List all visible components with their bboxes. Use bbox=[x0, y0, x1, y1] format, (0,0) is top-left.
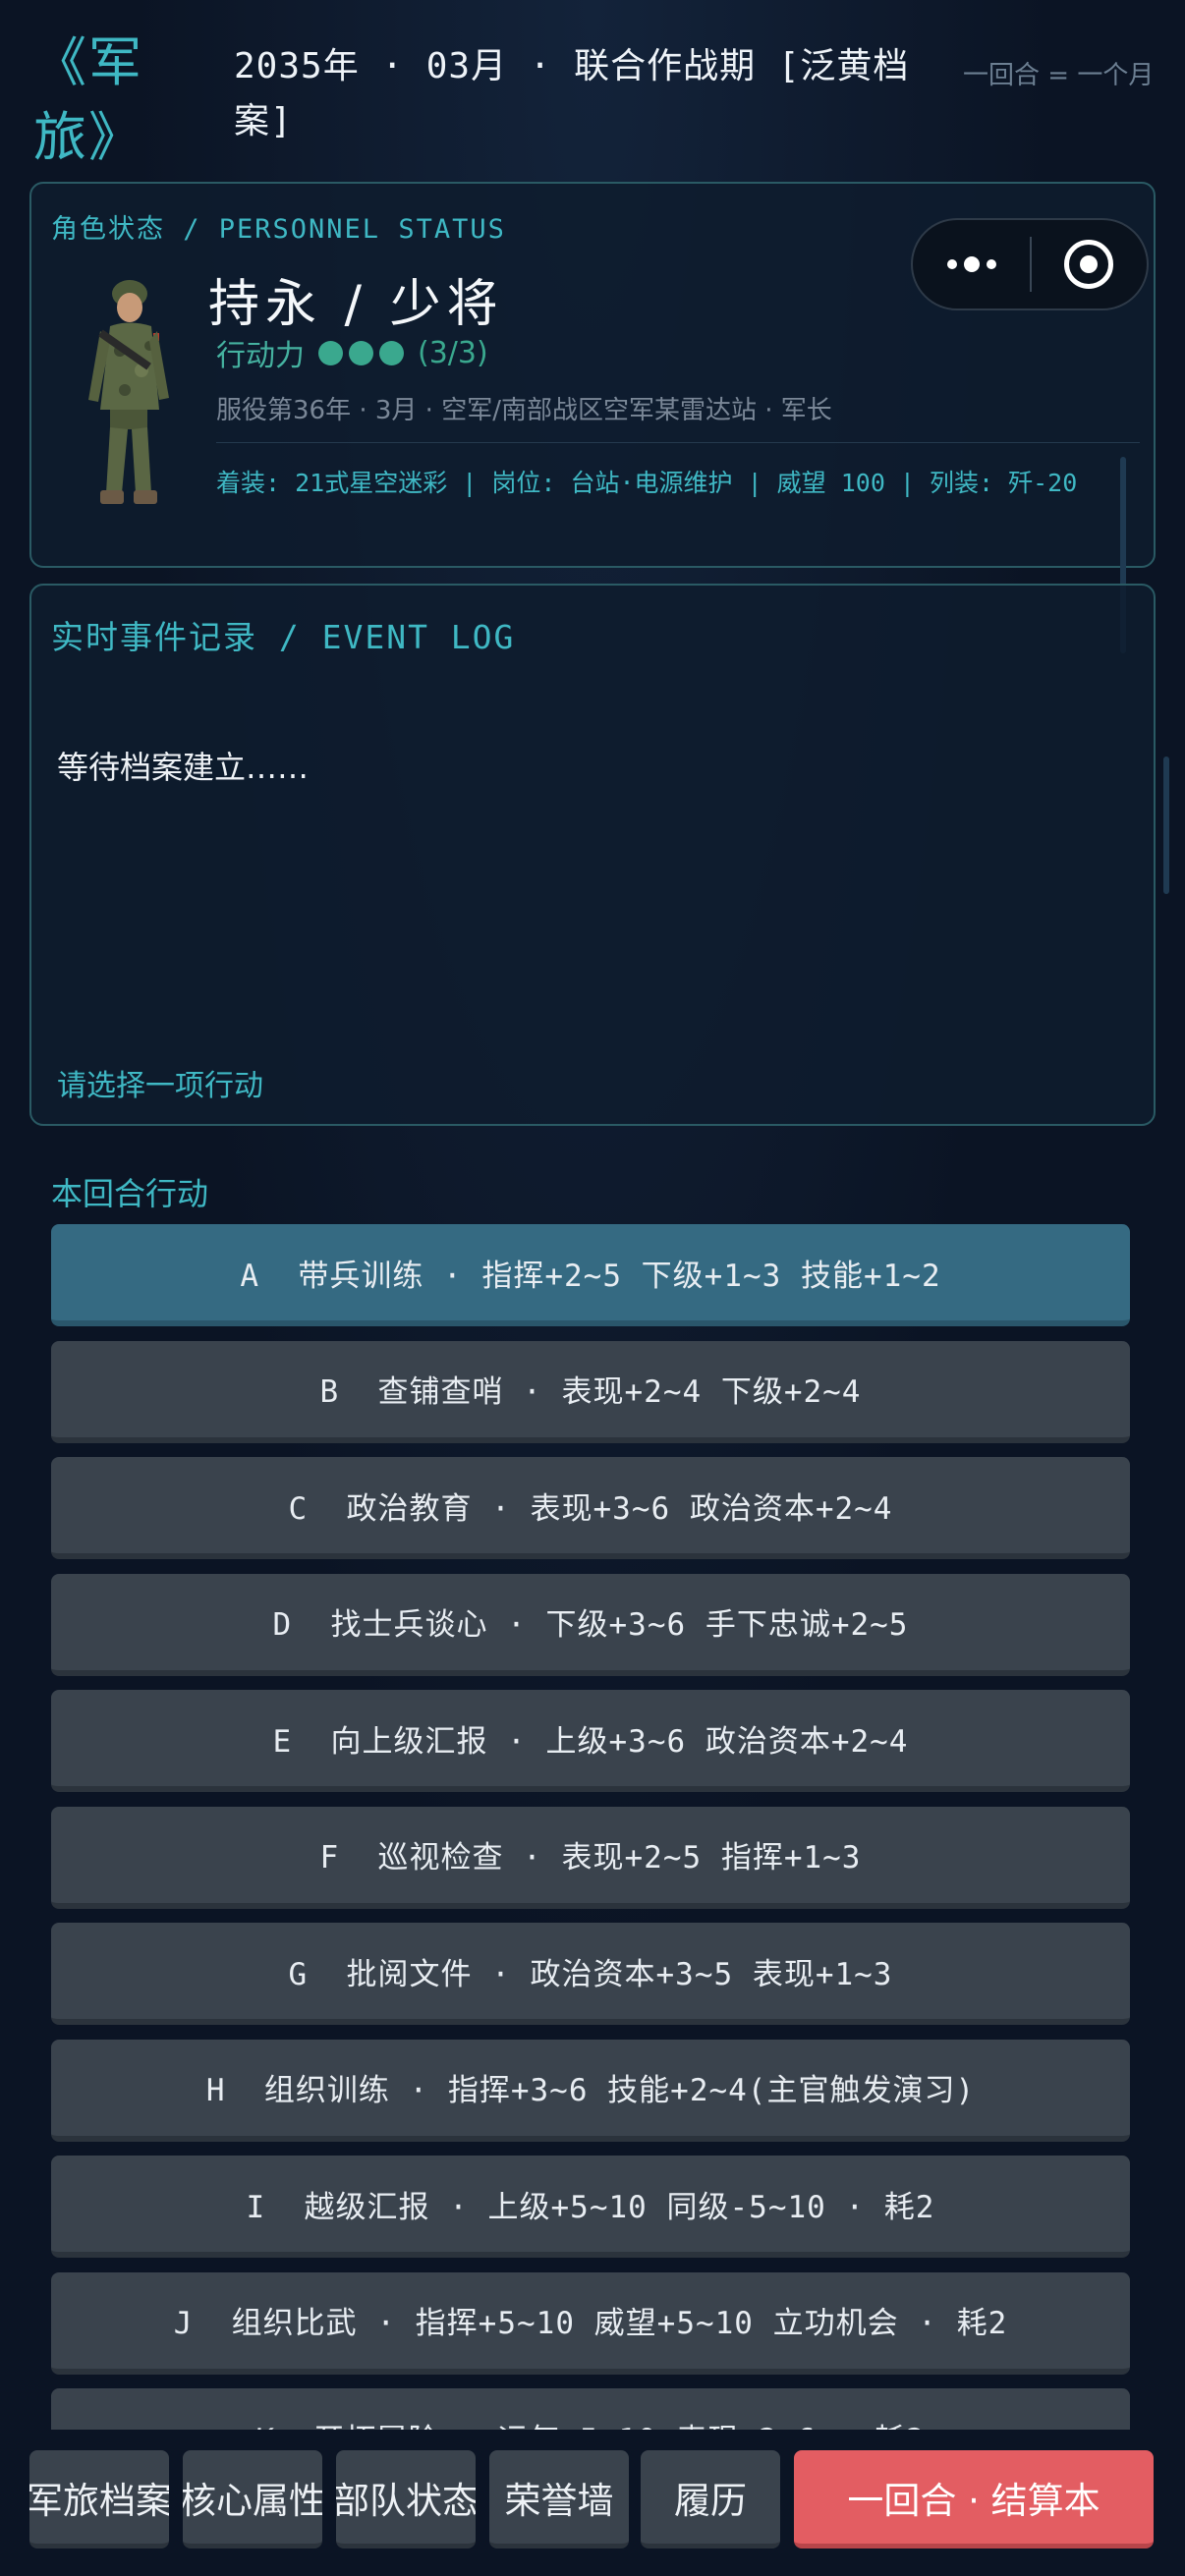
action-button[interactable]: H 组织训练 · 指挥+3~6 技能+2~4(主官触发演习) bbox=[51, 2039, 1130, 2142]
soldier-avatar bbox=[88, 280, 169, 504]
end-turn-button[interactable]: 一回合 · 结算本 bbox=[794, 2450, 1154, 2548]
action-button[interactable]: G 批阅文件 · 政治资本+3~5 表现+1~3 bbox=[51, 1923, 1130, 2025]
action-point-dot bbox=[318, 340, 343, 365]
action-button[interactable]: C 政治教育 · 表现+3~6 政治资本+2~4 bbox=[51, 1457, 1130, 1559]
log-entry: 等待档案建立…… bbox=[57, 749, 310, 786]
action-point-dot bbox=[349, 340, 373, 365]
game-date: 2035年 · 03月 · 联合作战期 [泛黄档案] bbox=[234, 46, 910, 141]
event-log-panel: 实时事件记录 / EVENT LOG 等待档案建立…… 请选择一项行动 bbox=[29, 584, 1156, 1126]
service-info: 服役第36年 · 3月 · 空军/南部战区空军某雷达站 · 军长 bbox=[216, 396, 832, 425]
nav-honor-button[interactable]: 荣誉墙 bbox=[489, 2450, 629, 2548]
action-prompt: 请选择一项行动 bbox=[57, 1069, 263, 1103]
character-name-rank: 持永 / 少将 bbox=[208, 275, 504, 334]
header: 《军旅》 2035年 · 03月 · 联合作战期 [泛黄档案] 一回合 = 一个… bbox=[0, 0, 1185, 172]
action-points-label: 行动力 bbox=[216, 339, 305, 373]
action-button[interactable]: K 开拓冒险 · 运气+5~10 表现+2~6 · 耗2 bbox=[51, 2388, 1130, 2430]
action-button[interactable]: F 巡视检查 · 表现+2~5 指挥+1~3 bbox=[51, 1806, 1130, 1909]
app-brand: 《军旅》 bbox=[33, 31, 143, 168]
actions-title: 本回合行动 bbox=[51, 1175, 209, 1212]
nav-archive-button[interactable]: 军旅档案 bbox=[29, 2450, 169, 2548]
action-button[interactable]: D 找士兵谈心 · 下级+3~6 手下忠诚+2~5 bbox=[51, 1573, 1130, 1676]
panel-label: 实时事件记录 / EVENT LOG bbox=[51, 618, 516, 656]
bottom-nav: 军旅档案 核心属性 部队状态 荣誉墙 履历 一回合 · 结算本 bbox=[0, 2446, 1185, 2556]
action-button[interactable]: I 越级汇报 · 上级+5~10 同级-5~10 · 耗2 bbox=[51, 2156, 1130, 2258]
divider bbox=[216, 442, 1140, 443]
action-points-dots bbox=[318, 340, 404, 365]
nav-resume-button[interactable]: 履历 bbox=[641, 2450, 780, 2548]
scrollbar[interactable] bbox=[1163, 756, 1169, 894]
action-button[interactable]: J 组织比武 · 指挥+5~10 威望+5~10 立功机会 · 耗2 bbox=[51, 2271, 1130, 2375]
action-list: A 带兵训练 · 指挥+2~5 下级+1~3 技能+1~2 B 查铺查哨 · 表现… bbox=[0, 1214, 1185, 2430]
target-close-icon[interactable] bbox=[1032, 220, 1147, 308]
action-button[interactable]: E 向上级汇报 · 上级+3~6 政治资本+2~4 bbox=[51, 1690, 1130, 1792]
nav-attributes-button[interactable]: 核心属性 bbox=[183, 2450, 322, 2548]
panel-label: 角色状态 / PERSONNEL STATUS bbox=[51, 214, 506, 245]
action-points-count: (3/3) bbox=[418, 335, 488, 370]
action-points: 行动力 (3/3) bbox=[216, 331, 488, 374]
action-button[interactable]: B 查铺查哨 · 表现+2~4 下级+2~4 bbox=[51, 1340, 1130, 1443]
equipment-info: 着装: 21式星空迷彩 | 岗位: 台站·电源维护 | 威望 100 | 列装:… bbox=[216, 469, 1078, 497]
more-dots-icon[interactable] bbox=[913, 220, 1030, 308]
turn-note: 一回合 = 一个月 bbox=[963, 61, 1155, 90]
nav-troops-button[interactable]: 部队状态 bbox=[336, 2450, 476, 2548]
miniprogram-capsule bbox=[911, 218, 1149, 310]
action-button[interactable]: A 带兵训练 · 指挥+2~5 下级+1~3 技能+1~2 bbox=[51, 1224, 1130, 1326]
action-point-dot bbox=[379, 340, 404, 365]
